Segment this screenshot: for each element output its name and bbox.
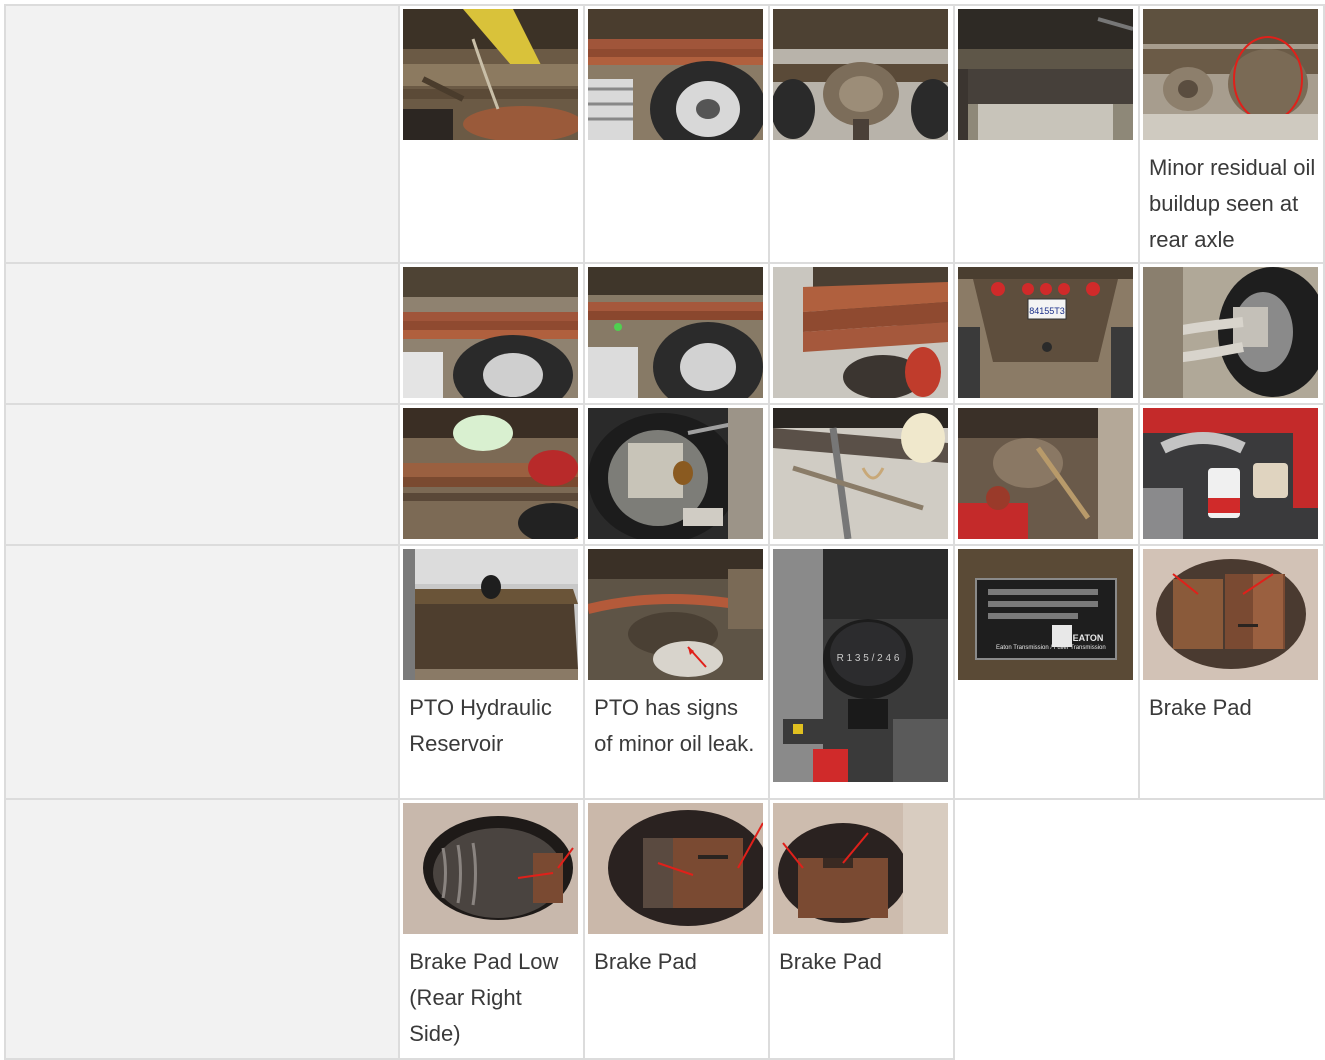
photo-cell <box>583 403 771 546</box>
front-axle-photo[interactable] <box>403 408 579 539</box>
photo-cell: Brake Pad <box>583 798 771 1060</box>
photo-cell <box>398 403 586 546</box>
table-row: PTO Hydraulic Reservoir PTO has signs of… <box>3 544 1325 800</box>
photo-cell: 84155T3 <box>953 262 1140 405</box>
photo-caption: Minor residual oil buildup seen at rear … <box>1148 155 1316 252</box>
leaf-spring-closeup-photo[interactable] <box>773 267 949 398</box>
eaton-logo-text: EATON <box>1073 633 1104 643</box>
photo-caption: PTO Hydraulic Reservoir <box>409 695 552 756</box>
table-row: 84155T3 <box>3 262 1325 405</box>
transmission-plate-text: Eaton Transmission / Fuller Transmission <box>996 645 1106 651</box>
front-brake-caliper-photo[interactable] <box>588 408 764 539</box>
photo-cell: Eaton Transmission / Fuller Transmission… <box>953 544 1140 800</box>
inspection-photo-table: Minor residual oil buildup seen at rear … <box>3 4 1325 1060</box>
leaf-spring-dual-tire-photo[interactable] <box>588 267 764 398</box>
photo-cell <box>953 4 1140 264</box>
empty-cell <box>954 799 1139 1059</box>
photo-cell: Brake Pad <box>1137 544 1325 800</box>
pto-reservoir-photo[interactable] <box>403 549 579 680</box>
chassis-crossmember-photo[interactable] <box>958 9 1134 140</box>
empty-cell <box>1138 799 1324 1059</box>
brake-pad-photo[interactable] <box>588 803 764 934</box>
photo-cell <box>1137 403 1325 546</box>
photo-cell <box>583 4 771 264</box>
photo-cell: PTO has signs of minor oil leak. <box>583 544 771 800</box>
photo-cell <box>768 262 956 405</box>
brake-pad-photo[interactable] <box>773 803 949 934</box>
row-label-cell <box>3 544 401 800</box>
row-label-cell <box>3 403 401 546</box>
photo-cell <box>768 403 956 546</box>
photo-cell <box>583 262 771 405</box>
transmission-plate-photo[interactable]: Eaton Transmission / Fuller Transmission… <box>958 549 1134 680</box>
steering-linkage-photo[interactable] <box>773 408 949 539</box>
rear-differential-photo[interactable] <box>773 9 949 140</box>
photo-cell: R 1 3 5 / 2 4 6 <box>768 544 956 800</box>
photo-caption: PTO has signs of minor oil leak. <box>594 695 755 756</box>
photo-cell: Minor residual oil buildup seen at rear … <box>1137 4 1325 264</box>
engine-bay-red-photo[interactable] <box>958 408 1134 539</box>
license-plate-text: 84155T3 <box>1029 306 1065 316</box>
shifter-gear-text: R 1 3 5 / 2 4 6 <box>837 653 900 664</box>
row-label-cell <box>3 262 401 405</box>
pto-leak-photo[interactable] <box>588 549 764 680</box>
row-label-cell <box>3 798 401 1060</box>
rear-plate-lights-photo[interactable]: 84155T3 <box>958 267 1134 398</box>
engine-reservoir-photo[interactable] <box>1142 408 1318 539</box>
brake-pad-low-photo[interactable] <box>403 803 579 934</box>
photo-caption: Brake Pad <box>1148 695 1252 720</box>
photo-caption: Brake Pad <box>779 949 882 974</box>
leaf-spring-wheel-photo[interactable] <box>403 267 579 398</box>
photo-cell <box>768 4 956 264</box>
photo-cell <box>953 403 1140 546</box>
row-label-cell <box>3 4 401 264</box>
gear-shifter-photo[interactable]: R 1 3 5 / 2 4 6 <box>773 549 949 782</box>
brake-pad-photo[interactable] <box>1142 549 1318 680</box>
photo-cell: PTO Hydraulic Reservoir <box>398 544 586 800</box>
photo-cell: Brake Pad Low (Rear Right Side) <box>398 798 586 1060</box>
photo-caption: Brake Pad Low (Rear Right Side) <box>409 949 559 1046</box>
photo-caption: Brake Pad <box>594 949 697 974</box>
photo-cell: Brake Pad <box>768 798 956 1060</box>
table-row <box>3 403 1325 546</box>
table-row: Brake Pad Low (Rear Right Side) Brake Pa… <box>3 798 1324 1060</box>
undercarriage-frame-photo[interactable] <box>403 9 579 140</box>
rear-axle-oil-photo[interactable] <box>1142 9 1318 140</box>
leaf-spring-tire-photo[interactable] <box>588 9 764 140</box>
photo-cell <box>398 4 586 264</box>
photo-cell <box>1137 262 1325 405</box>
photo-cell <box>398 262 586 405</box>
table-row: Minor residual oil buildup seen at rear … <box>3 4 1325 264</box>
brake-caliper-photo[interactable] <box>1142 267 1318 398</box>
